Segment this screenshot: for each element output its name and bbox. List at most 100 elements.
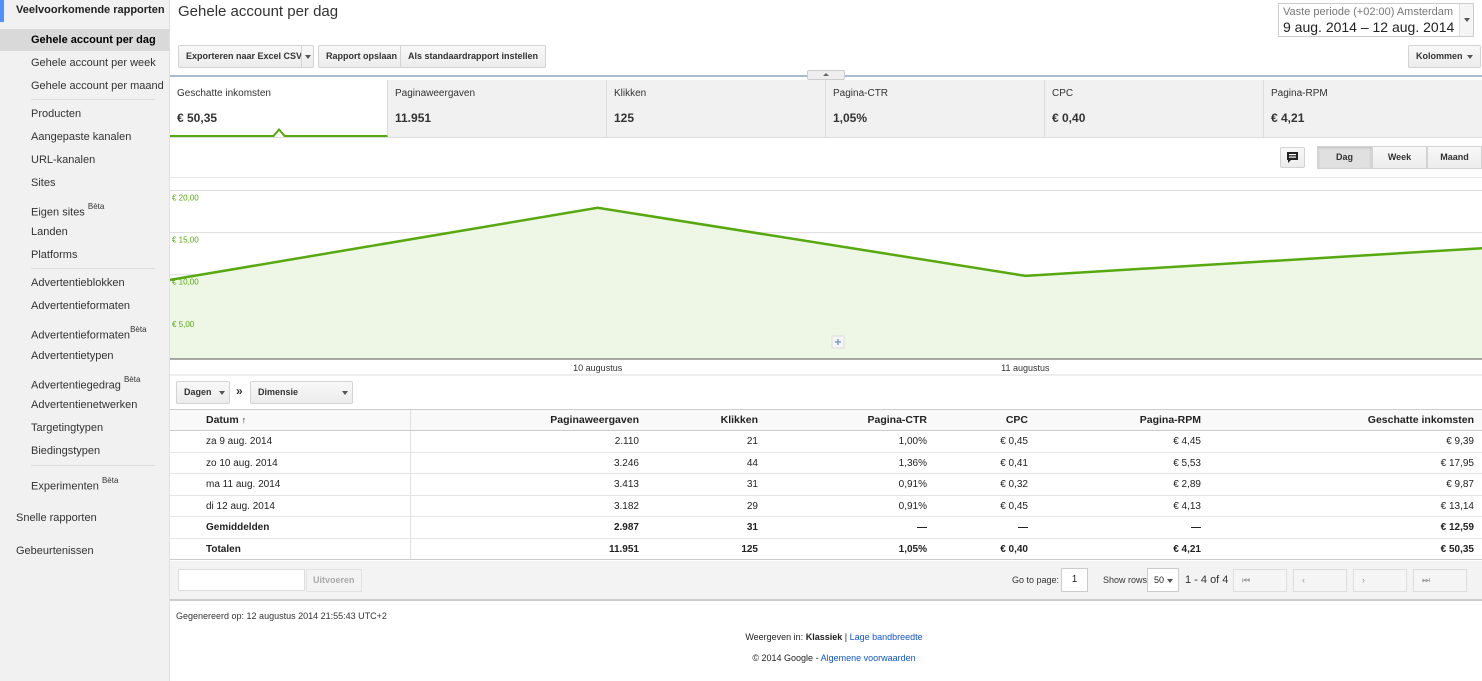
- goto-page-label: Go to page:: [1012, 575, 1060, 585]
- column-header-datum[interactable]: Datum ↑: [206, 410, 246, 430]
- collapse-chart-toggle[interactable]: [807, 70, 845, 80]
- sidebar-item-account-per-dag[interactable]: Gehele account per dag: [0, 29, 169, 51]
- previous-page-button[interactable]: ‹: [1293, 569, 1347, 592]
- cell-ctr: 1,00%: [898, 436, 927, 447]
- cell-pageviews: 3.413: [613, 479, 639, 490]
- cell-pageviews: 3.246: [613, 457, 639, 469]
- dimension-days-select[interactable]: Dagen: [176, 381, 230, 404]
- cell-date: ma 11 aug. 2014: [206, 479, 281, 490]
- column-header-geschatte-inkomsten[interactable]: Geschatte inkomsten: [1368, 410, 1474, 430]
- sidebar-item-experimenten[interactable]: Experimenten Bèta: [0, 472, 169, 494]
- sidebar-item-aangepaste-kanalen[interactable]: Aangepaste kanalen: [0, 126, 169, 148]
- sidebar-item-account-per-week[interactable]: Gehele account per week: [0, 52, 169, 74]
- cell-rpm: € 4,21: [1173, 543, 1201, 555]
- sidebar-item-producten[interactable]: Producten: [0, 103, 169, 125]
- sidebar-item-account-per-maand[interactable]: Gehele account per maand: [0, 75, 169, 97]
- date-range-picker[interactable]: Vaste periode (+02:00) Amsterdam 9 aug. …: [1278, 3, 1474, 37]
- cell-rpm: € 5,53: [1173, 457, 1201, 469]
- cell-date: za 9 aug. 2014: [206, 436, 273, 447]
- column-divider: [410, 452, 411, 473]
- rows-per-page-select[interactable]: 50: [1147, 568, 1179, 592]
- first-page-button[interactable]: ⏮: [1233, 569, 1287, 592]
- sidebar-item-advertentiegedrag[interactable]: Advertentiegedrag Bèta: [0, 371, 169, 393]
- beta-badge: Bèta: [101, 476, 119, 485]
- y-tick-label: € 20,00: [172, 193, 199, 202]
- metric-tile-paginaweergaven[interactable]: Paginaweergaven 11.951: [388, 80, 607, 137]
- granularity-day-button[interactable]: Dag: [1317, 146, 1372, 169]
- metric-tile-cpc[interactable]: CPC € 0,40: [1045, 80, 1264, 137]
- cell-clicks: 125: [741, 543, 758, 555]
- column-header-cpc[interactable]: CPC: [1006, 410, 1028, 430]
- sidebar-item-advertentieformaten[interactable]: Advertentieformaten: [0, 295, 169, 317]
- sidebar-item-landen[interactable]: Landen: [0, 221, 169, 243]
- last-page-button[interactable]: ⏭: [1413, 569, 1467, 592]
- cell-cpc: € 0,45: [1000, 500, 1028, 512]
- add-dimension-select[interactable]: Dimensie toevoegen: [250, 381, 353, 418]
- metric-tile-pagina-ctr[interactable]: Pagina-CTR 1,05%: [826, 80, 1045, 137]
- cell-ctr: 0,91%: [898, 479, 927, 490]
- annotation-button[interactable]: [1280, 147, 1305, 168]
- column-header-pagina-ctr[interactable]: Pagina-CTR: [867, 410, 927, 430]
- table-averages-row: Gemiddelden 2.987 31 — — — € 12,59: [170, 517, 1482, 539]
- chevron-down-icon[interactable]: [305, 55, 311, 59]
- sidebar-item-platforms[interactable]: Platforms: [0, 244, 169, 266]
- chevron-down-icon[interactable]: [1459, 4, 1473, 36]
- column-header-pagina-rpm[interactable]: Pagina-RPM: [1140, 410, 1201, 430]
- metric-tile-pagina-rpm[interactable]: Pagina-RPM € 4,21: [1264, 80, 1482, 137]
- apply-filter-button[interactable]: Uitvoeren: [306, 569, 362, 592]
- sidebar-quick-reports[interactable]: Snelle rapporten: [16, 512, 97, 524]
- column-header-paginaweergaven[interactable]: Paginaweergaven: [550, 410, 639, 430]
- column-divider: [410, 495, 411, 516]
- sidebar-item-sites[interactable]: Sites: [0, 172, 169, 194]
- column-header-klikken[interactable]: Klikken: [721, 410, 758, 430]
- view-mode-links: Weergeven in: Klassiek | Lage bandbreedt…: [745, 632, 923, 642]
- save-report-button[interactable]: Rapport opslaan: [318, 45, 406, 68]
- sidebar-item-eigen-sites[interactable]: Eigen sites Bèta: [0, 198, 169, 220]
- low-bandwidth-link[interactable]: Lage bandbreedte: [850, 632, 923, 642]
- metric-tile-geschatte-inkomsten[interactable]: Geschatte inkomsten € 50,35: [170, 80, 388, 137]
- granularity-month-button[interactable]: Maand: [1427, 146, 1482, 169]
- sidebar: Veelvoorkomende rapporten Gehele account…: [0, 0, 170, 681]
- metric-tile-klikken[interactable]: Klikken 125: [607, 80, 826, 137]
- beta-badge: Bèta: [123, 375, 141, 384]
- set-default-report-button[interactable]: Als standaardrapport instellen: [400, 45, 547, 68]
- sidebar-item-advertentieblokken[interactable]: Advertentieblokken: [0, 272, 169, 294]
- beta-badge: Bèta: [130, 325, 147, 334]
- cell-cpc: € 0,41: [1000, 457, 1028, 469]
- terms-link[interactable]: Algemene voorwaarden: [821, 653, 916, 663]
- last-page-icon: ⏭: [1422, 575, 1431, 585]
- comment-icon: [1287, 152, 1298, 163]
- sidebar-events[interactable]: Gebeurtenissen: [16, 545, 94, 557]
- sort-ascending-icon: ↑: [241, 415, 247, 425]
- date-range-label: Vaste periode (+02:00) Amsterdam: [1283, 6, 1454, 18]
- cell-clicks: 29: [746, 500, 758, 512]
- cell-revenue: € 12,59: [1440, 522, 1474, 533]
- export-csv-button[interactable]: Exporteren naar Excel CSV: [178, 45, 314, 68]
- add-annotation-button[interactable]: [831, 335, 845, 349]
- y-tick-label: € 5,00: [172, 320, 195, 329]
- cell-revenue: € 50,35: [1440, 543, 1474, 555]
- sidebar-item-targetingtypen[interactable]: Targetingtypen: [0, 417, 169, 439]
- sidebar-section-title[interactable]: Veelvoorkomende rapporten: [0, 0, 169, 22]
- page-number-input[interactable]: 1: [1061, 568, 1088, 592]
- granularity-week-button[interactable]: Week: [1372, 146, 1427, 169]
- series-area: [170, 207, 1482, 359]
- sidebar-item-advertentietypen[interactable]: Advertentietypen: [0, 345, 169, 367]
- chevron-down-icon: [1466, 54, 1473, 59]
- x-tick-label: 11 augustus: [1001, 363, 1050, 373]
- next-page-button[interactable]: ›: [1353, 569, 1407, 592]
- chevron-down-icon: [342, 391, 348, 395]
- cell-pageviews: 11.951: [608, 543, 639, 555]
- cell-ctr: 1,05%: [898, 543, 927, 555]
- sidebar-item-advertentieformaten-beta[interactable]: AdvertentieformatenBèta: [0, 321, 169, 343]
- sidebar-item-biedingstypen[interactable]: Biedingstypen: [0, 440, 169, 462]
- sidebar-item-advertentienetwerken[interactable]: Advertentienetwerken: [0, 394, 169, 416]
- filter-input[interactable]: [178, 569, 305, 591]
- cell-pageviews: 2.987: [613, 522, 639, 533]
- cell-label: Totalen: [206, 543, 241, 555]
- table-row: ma 11 aug. 2014 3.413 31 0,91% € 0,32 € …: [170, 474, 1482, 496]
- columns-button[interactable]: Kolommen: [1408, 45, 1481, 68]
- sidebar-item-url-kanalen[interactable]: URL-kanalen: [0, 149, 169, 171]
- column-divider: [410, 410, 411, 430]
- cell-ctr: 1,36%: [898, 457, 927, 469]
